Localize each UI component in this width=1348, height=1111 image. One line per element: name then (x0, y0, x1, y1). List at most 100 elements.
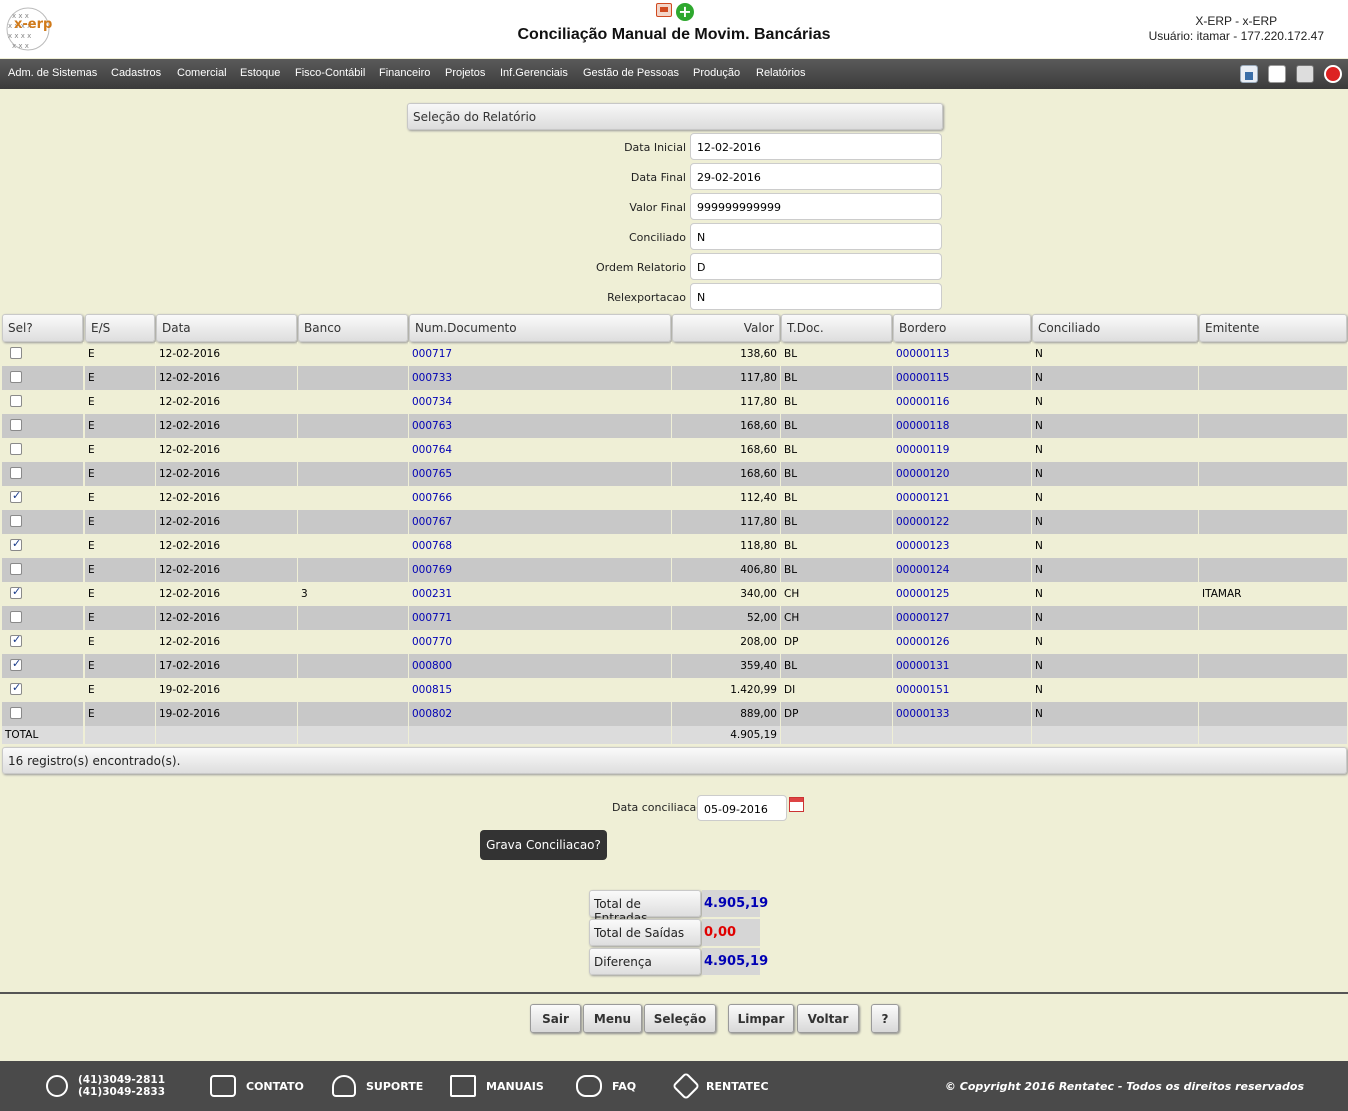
home-icon[interactable] (1240, 65, 1258, 83)
cell-doc[interactable]: 000763 (409, 414, 672, 438)
field-input[interactable]: 999999999999 (690, 193, 942, 220)
row-checkbox[interactable] (10, 537, 22, 551)
footer-faq[interactable]: FAQ (576, 1061, 636, 1111)
cell-bordero[interactable]: 00000118 (893, 414, 1032, 438)
clear-button[interactable]: Limpar (728, 1004, 794, 1033)
field-input[interactable]: 29-02-2016 (690, 163, 942, 190)
menu-financeiro[interactable]: Financeiro (379, 67, 430, 79)
menu-button[interactable]: Menu (583, 1004, 642, 1033)
cell-bordero[interactable]: 00000151 (893, 678, 1032, 702)
selection-button[interactable]: Seleção (644, 1004, 716, 1033)
cell-doc[interactable]: 000800 (409, 654, 672, 678)
row-checkbox[interactable] (10, 489, 22, 503)
menu-adm-sistemas[interactable]: Adm. de Sistemas (8, 67, 97, 79)
cell-doc[interactable]: 000764 (409, 438, 672, 462)
calendar-icon[interactable] (789, 797, 804, 812)
help-button[interactable]: ? (871, 1004, 899, 1033)
cell-bordero[interactable]: 00000127 (893, 606, 1032, 630)
cell-bordero[interactable]: 00000123 (893, 534, 1032, 558)
row-checkbox[interactable] (10, 657, 22, 671)
row-checkbox[interactable] (10, 395, 22, 407)
cell-bordero[interactable]: 00000125 (893, 582, 1032, 606)
total-row: TOTAL 4.905,19 (0, 726, 1348, 744)
cell-bordero[interactable]: 00000120 (893, 462, 1032, 486)
menu-comercial[interactable]: Comercial (177, 67, 227, 79)
row-checkbox[interactable] (10, 515, 22, 527)
cell-doc[interactable]: 000717 (409, 342, 672, 366)
row-checkbox[interactable] (10, 611, 22, 623)
column-header[interactable]: E/S (85, 314, 155, 342)
cell-doc[interactable]: 000802 (409, 702, 672, 726)
column-header[interactable]: Num.Documento (409, 314, 671, 342)
row-checkbox[interactable] (10, 419, 22, 431)
page-icon[interactable] (1268, 65, 1286, 83)
menu-cadastros[interactable]: Cadastros (111, 67, 161, 79)
row-checkbox[interactable] (10, 585, 22, 599)
conciliation-date-input[interactable]: 05-09-2016 (697, 795, 787, 821)
cell-doc[interactable]: 000770 (409, 630, 672, 654)
menu-estoque[interactable]: Estoque (240, 67, 280, 79)
field-input[interactable]: N (690, 223, 942, 250)
field-input[interactable]: 12-02-2016 (690, 133, 942, 160)
report-icon[interactable] (656, 3, 672, 17)
cell-doc[interactable]: 000765 (409, 462, 672, 486)
cell-conc: N (1032, 558, 1199, 582)
column-header[interactable]: T.Doc. (781, 314, 892, 342)
cell-bordero[interactable]: 00000116 (893, 390, 1032, 414)
cell-bordero[interactable]: 00000131 (893, 654, 1032, 678)
cell-bordero[interactable]: 00000124 (893, 558, 1032, 582)
menu-producao[interactable]: Produção (693, 67, 740, 79)
cell-doc[interactable]: 000231 (409, 582, 672, 606)
field-input[interactable]: N (690, 283, 942, 310)
cell-doc[interactable]: 000766 (409, 486, 672, 510)
row-checkbox[interactable] (10, 707, 22, 719)
exit-button[interactable]: Sair (530, 1004, 581, 1033)
cell-bordero[interactable]: 00000133 (893, 702, 1032, 726)
column-header[interactable]: Conciliado (1032, 314, 1198, 342)
footer-rentatec[interactable]: RENTATEC (671, 1061, 769, 1111)
menu-relatorios[interactable]: Relatórios (756, 67, 806, 79)
power-icon[interactable] (1324, 65, 1342, 83)
cell-bordero[interactable]: 00000113 (893, 342, 1032, 366)
menu-fisco-contabil[interactable]: Fisco-Contábil (295, 67, 365, 79)
column-header[interactable]: Banco (298, 314, 408, 342)
cell-valor: 117,80 (672, 510, 781, 534)
menu-gestao-pessoas[interactable]: Gestão de Pessoas (583, 67, 679, 79)
column-header[interactable]: Valor (672, 314, 780, 342)
cell-bordero[interactable]: 00000121 (893, 486, 1032, 510)
cell-doc[interactable]: 000769 (409, 558, 672, 582)
menu-inf-gerenciais[interactable]: Inf.Gerenciais (500, 67, 568, 79)
cell-doc[interactable]: 000733 (409, 366, 672, 390)
column-header[interactable]: Sel? (2, 314, 83, 342)
menu-projetos[interactable]: Projetos (445, 67, 485, 79)
footer-suporte[interactable]: SUPORTE (332, 1061, 423, 1111)
row-checkbox[interactable] (10, 347, 22, 359)
cell-bordero[interactable]: 00000122 (893, 510, 1032, 534)
cell-doc[interactable]: 000771 (409, 606, 672, 630)
print-icon[interactable] (1296, 65, 1314, 83)
cell-doc[interactable]: 000815 (409, 678, 672, 702)
field-input[interactable]: D (690, 253, 942, 280)
column-header[interactable]: Emitente (1199, 314, 1347, 342)
row-checkbox[interactable] (10, 467, 22, 479)
cell-es: E (85, 366, 156, 390)
cell-doc[interactable]: 000768 (409, 534, 672, 558)
column-header[interactable]: Data (156, 314, 297, 342)
cell-bordero[interactable]: 00000119 (893, 438, 1032, 462)
cell-bordero[interactable]: 00000115 (893, 366, 1032, 390)
cell-doc[interactable]: 000767 (409, 510, 672, 534)
footer-contato[interactable]: CONTATO (210, 1061, 304, 1111)
row-checkbox[interactable] (10, 633, 22, 647)
back-button[interactable]: Voltar (797, 1004, 859, 1033)
save-conciliation-button[interactable]: Grava Conciliacao? (480, 830, 607, 860)
column-header[interactable]: Bordero (893, 314, 1031, 342)
footer-manuais[interactable]: MANUAIS (450, 1061, 544, 1111)
app-header: x x xx x x xx x x xx x x x-erp + Concili… (0, 0, 1348, 58)
add-icon[interactable]: + (676, 3, 694, 21)
row-checkbox[interactable] (10, 681, 22, 695)
row-checkbox[interactable] (10, 563, 22, 575)
cell-doc[interactable]: 000734 (409, 390, 672, 414)
row-checkbox[interactable] (10, 443, 22, 455)
cell-bordero[interactable]: 00000126 (893, 630, 1032, 654)
row-checkbox[interactable] (10, 371, 22, 383)
